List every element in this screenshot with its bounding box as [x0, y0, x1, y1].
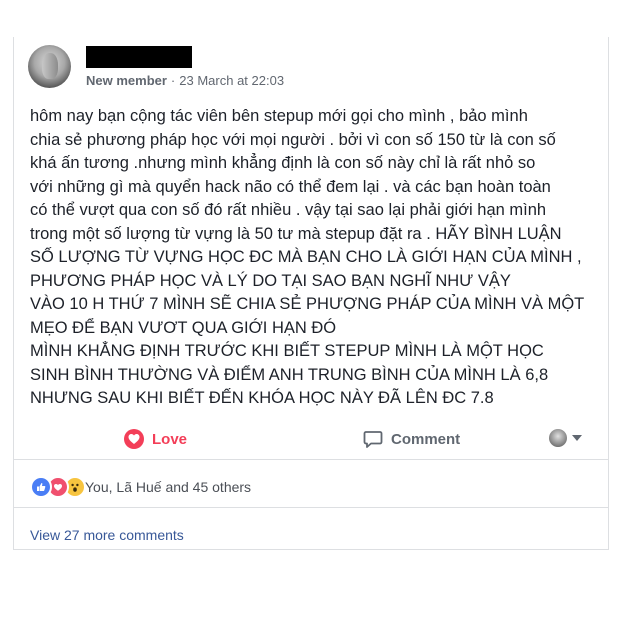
post-line: MẸO ĐỂ BẠN VƯƠT QUA GIỚI HẠN ĐÓ: [30, 318, 337, 337]
post-line: PHƯƠNG PHÁP HỌC VÀ LÝ DO TẠI SAO BẠN NGH…: [30, 271, 511, 290]
action-bar: Love Comment: [14, 423, 608, 460]
post-line: VÀO 10 H THỨ 7 MÌNH SẼ CHIA SẺ PHƯỢNG PH…: [30, 295, 585, 313]
post-line: trong một số lượng từ vựng là 50 tư mà s…: [30, 224, 562, 243]
meta-separator: ·: [170, 72, 176, 88]
post-header: New member · 23 March at 22:03: [28, 45, 284, 88]
post-line: hôm nay bạn cộng tác viên bên stepup mới…: [30, 107, 528, 125]
love-button[interactable]: Love: [124, 429, 187, 449]
post-line: NHƯNG SAU KHI BIẾT ĐẾN KHÓA HỌC NÀY ĐÃ L…: [30, 389, 494, 407]
comment-label: Comment: [391, 430, 461, 448]
post-line: SỐ LƯỢNG TỪ VỰNG HỌC ĐC MÀ BẠN CHO LÀ GI…: [30, 248, 582, 266]
post-line: khá ấn tương .nhưng mình khẳng định là c…: [30, 154, 536, 172]
author-avatar[interactable]: [28, 45, 71, 88]
post-line: chia sẻ phương pháp học với mọi người . …: [30, 130, 556, 149]
header-text: New member · 23 March at 22:03: [86, 45, 284, 88]
love-label: Love: [152, 430, 188, 448]
post-timestamp[interactable]: 23 March at 22:03: [179, 73, 284, 88]
member-badge: New member: [86, 72, 167, 88]
like-icon: [30, 476, 52, 498]
reaction-summary-text: You, Lã Huế and 45 others: [85, 479, 252, 495]
comment-button[interactable]: Comment: [363, 429, 460, 449]
heart-icon: [124, 429, 144, 449]
post-body: hôm nay bạn cộng tác viên bên stepup mới…: [30, 105, 600, 411]
post-meta: New member · 23 March at 22:03: [86, 73, 284, 88]
avatar-face: [42, 53, 58, 79]
post-line: MÌNH KHẲNG ĐỊNH TRƯỚC KHI BIẾT STEPUP MÌ…: [30, 342, 544, 360]
reaction-icons: [30, 476, 86, 498]
card-bottom-border: [13, 549, 609, 550]
user-mini-avatar: [549, 429, 567, 447]
post-line: SINH BÌNH THƯỜNG VÀ ĐIỂM ANH TRUNG BÌNH …: [30, 365, 549, 384]
reaction-summary[interactable]: You, Lã Huế and 45 others: [30, 476, 251, 498]
comment-icon: [363, 431, 383, 448]
post-card: New member · 23 March at 22:03 hôm nay bạn…: [13, 37, 609, 549]
react-as-chooser[interactable]: [549, 429, 582, 447]
post-line: có thể vượt qua con số đó rất nhiều . vậ…: [30, 201, 547, 219]
redacted-author-name: [86, 45, 192, 68]
post-line: với những gì mà quyển hack não có thể đe…: [30, 177, 551, 196]
view-more-comments-link[interactable]: View 27 more comments: [30, 527, 184, 543]
chevron-down-icon: [572, 435, 582, 441]
comments-divider: [14, 507, 608, 508]
